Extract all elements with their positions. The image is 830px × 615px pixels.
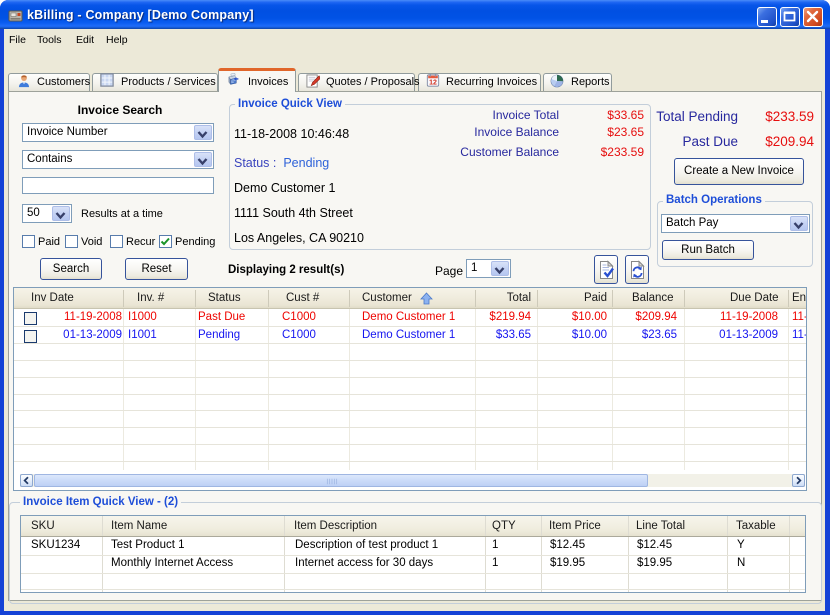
svg-text:12: 12 xyxy=(429,79,437,86)
